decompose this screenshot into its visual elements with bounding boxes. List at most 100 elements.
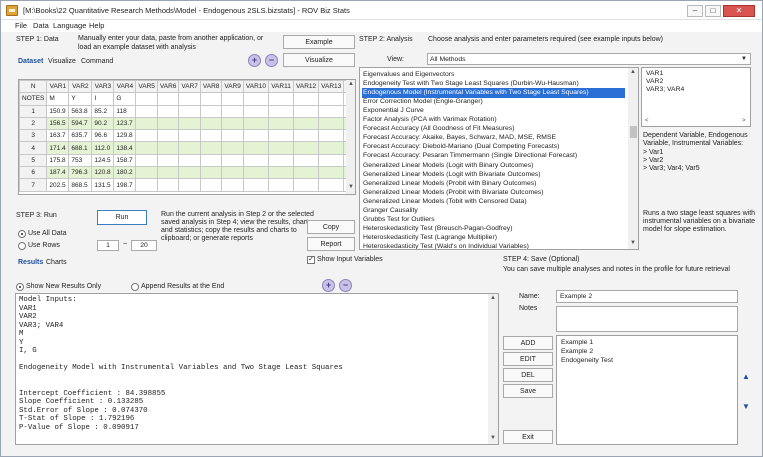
grid-cell[interactable]: [178, 178, 201, 192]
show-new-results-radio[interactable]: [16, 283, 24, 291]
run-button[interactable]: Run: [97, 210, 147, 225]
tab-results[interactable]: Results: [18, 259, 43, 266]
name-input[interactable]: Example 2: [556, 290, 738, 303]
grid-cell[interactable]: [268, 129, 295, 143]
grid-cell[interactable]: [199, 104, 223, 118]
grid-cell[interactable]: [156, 104, 180, 118]
grid-cell[interactable]: [221, 166, 244, 180]
copy-button[interactable]: Copy: [307, 220, 355, 234]
grid-cell[interactable]: [199, 116, 223, 131]
grid-cell[interactable]: 175.8: [46, 153, 70, 168]
grid-cell[interactable]: [293, 141, 320, 155]
grid-cell[interactable]: 124.5: [91, 153, 115, 168]
grid-cell[interactable]: [268, 92, 295, 106]
grid-cell[interactable]: G: [113, 92, 137, 106]
grid-cell[interactable]: [268, 116, 295, 131]
grid-cell[interactable]: [318, 129, 345, 143]
grid-cell[interactable]: [135, 129, 158, 143]
data-grid[interactable]: N VAR1 VAR2 VAR3 VAR4 VAR5 VAR6 VAR7 VAR…: [18, 79, 356, 195]
scroll-right-icon[interactable]: >: [742, 118, 746, 124]
edit-button[interactable]: EDIT: [503, 352, 553, 366]
grid-cell[interactable]: 187.4: [46, 166, 70, 180]
scroll-thumb[interactable]: [630, 126, 637, 138]
grid-cell[interactable]: [242, 153, 270, 168]
tab-visualize[interactable]: Visualize: [48, 58, 76, 65]
column-header[interactable]: VAR5: [135, 80, 158, 94]
grid-cell[interactable]: [178, 116, 201, 131]
method-item[interactable]: Heteroskedasticity Test (Wald's on Indiv…: [362, 242, 625, 249]
column-header[interactable]: VAR6: [156, 80, 180, 94]
move-up-icon[interactable]: ▲: [742, 372, 750, 381]
grid-cell[interactable]: [318, 141, 345, 155]
grid-cell[interactable]: 120.8: [91, 166, 115, 180]
grid-cell[interactable]: Y: [68, 92, 93, 106]
grid-cell[interactable]: 123.7: [113, 116, 137, 131]
use-rows-radio[interactable]: [18, 242, 26, 250]
grid-cell[interactable]: [199, 178, 223, 192]
grid-cell[interactable]: [178, 104, 201, 118]
tab-command[interactable]: Command: [81, 58, 113, 65]
column-header[interactable]: VAR10: [242, 80, 270, 94]
grid-cell[interactable]: [156, 141, 180, 155]
report-button[interactable]: Report: [307, 237, 355, 251]
grid-cell[interactable]: 171.4: [46, 141, 70, 155]
grid-cell[interactable]: [293, 92, 320, 106]
grid-cell[interactable]: 90.2: [91, 116, 115, 131]
zoom-out-icon[interactable]: −: [265, 54, 278, 67]
grid-cell[interactable]: [199, 129, 223, 143]
grid-cell[interactable]: 180.2: [113, 166, 137, 180]
grid-cell[interactable]: [293, 104, 320, 118]
grid-cell[interactable]: [221, 92, 244, 106]
grid-cell[interactable]: [199, 166, 223, 180]
scroll-up-icon[interactable]: ▲: [490, 295, 496, 301]
column-header[interactable]: VAR11: [268, 80, 295, 94]
grid-cell[interactable]: 868.5: [68, 178, 93, 192]
grid-cell[interactable]: [178, 166, 201, 180]
grid-cell[interactable]: [318, 153, 345, 168]
row-to-input[interactable]: 20: [131, 240, 157, 251]
grid-cell[interactable]: [268, 178, 295, 192]
grid-cell[interactable]: 688.1: [68, 141, 93, 155]
grid-cell[interactable]: [293, 116, 320, 131]
grid-cell[interactable]: [156, 178, 180, 192]
list-item[interactable]: Example 2: [561, 348, 593, 355]
grid-cell[interactable]: [293, 178, 320, 192]
column-header[interactable]: VAR7: [178, 80, 201, 94]
grid-cell[interactable]: 150.9: [46, 104, 70, 118]
results-scrollbar[interactable]: ▲ ▼: [488, 294, 498, 444]
grid-cell[interactable]: [242, 129, 270, 143]
list-item[interactable]: Example 1: [561, 339, 593, 346]
menu-file[interactable]: File: [15, 21, 27, 30]
add-button[interactable]: ADD: [503, 336, 553, 350]
column-header[interactable]: VAR2: [68, 80, 93, 94]
grid-cell[interactable]: [221, 141, 244, 155]
save-button[interactable]: Save: [503, 384, 553, 398]
grid-cell[interactable]: [318, 116, 345, 131]
show-input-variables-checkbox[interactable]: ✓: [307, 256, 315, 264]
grid-cell[interactable]: [293, 153, 320, 168]
grid-cell[interactable]: [293, 166, 320, 180]
input-parameters-box[interactable]: VAR1 VAR2 VAR3; VAR4 < >: [641, 67, 751, 127]
grid-cell[interactable]: [268, 153, 295, 168]
method-list-scrollbar[interactable]: ▲ ▼: [628, 68, 638, 249]
grid-cell[interactable]: 198.7: [113, 178, 137, 192]
grid-cell[interactable]: 112.0: [91, 141, 115, 155]
zoom-in-icon[interactable]: +: [322, 279, 335, 292]
column-header[interactable]: VAR9: [221, 80, 244, 94]
menu-data[interactable]: Data: [33, 21, 49, 30]
use-all-data-radio[interactable]: [18, 230, 26, 238]
grid-cell[interactable]: 138.4: [113, 141, 137, 155]
list-item[interactable]: Endogeneity Test: [561, 357, 613, 364]
grid-cell[interactable]: [135, 153, 158, 168]
grid-cell[interactable]: 796.3: [68, 166, 93, 180]
grid-cell[interactable]: [156, 166, 180, 180]
grid-cell[interactable]: 85.2: [91, 104, 115, 118]
grid-cell[interactable]: [318, 178, 345, 192]
scroll-down-icon[interactable]: ▼: [490, 435, 496, 441]
zoom-in-icon[interactable]: +: [248, 54, 261, 67]
column-header[interactable]: VAR3: [91, 80, 115, 94]
scroll-down-icon[interactable]: ▼: [630, 240, 636, 246]
scroll-up-icon[interactable]: ▲: [630, 69, 636, 75]
grid-cell[interactable]: 563.8: [68, 104, 93, 118]
grid-cell[interactable]: [242, 141, 270, 155]
